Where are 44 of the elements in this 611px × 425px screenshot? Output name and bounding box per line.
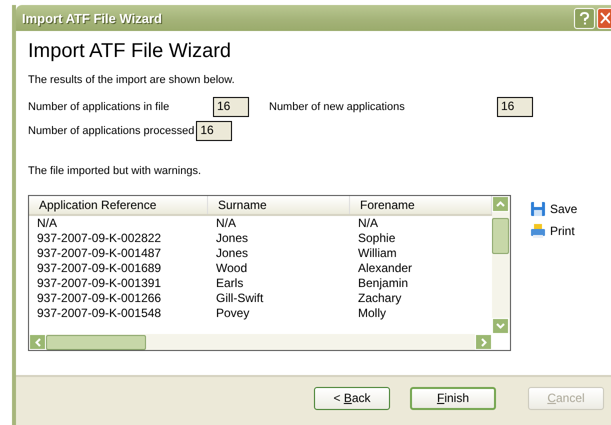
table-cell-text: Molly — [357, 306, 388, 321]
table-cell-text: N/A — [215, 216, 238, 231]
printer-icon — [530, 223, 546, 239]
field-label: Number of applications processed — [28, 125, 194, 137]
table-cell-text: N/A — [357, 216, 380, 231]
intro-text: The results of the import are shown below. — [28, 74, 236, 86]
wizard-button[interactable]: < Back — [314, 386, 390, 410]
wizard-button[interactable]: Finish — [410, 386, 496, 410]
table-cell-text: 937-2007-09-K-001548 — [36, 306, 162, 321]
wizard-heading: Import ATF File Wizard — [28, 40, 232, 63]
close-button[interactable] — [597, 8, 611, 28]
count-field: 16 — [196, 121, 232, 141]
table-cell-text: 937-2007-09-K-001391 — [36, 276, 162, 291]
vertical-scrollbar[interactable] — [492, 196, 510, 334]
column-header[interactable]: Application Reference — [29, 196, 208, 214]
table-cell-text: Sophie — [357, 231, 396, 246]
table-cell-text: Gill-Swift — [215, 291, 264, 306]
table-cell-text: Wood — [215, 261, 248, 276]
save-button[interactable]: Save — [530, 201, 578, 217]
table-cell-text: N/A — [36, 216, 58, 231]
table-cell-text: William — [357, 246, 398, 261]
help-icon — [580, 12, 589, 24]
table-cell-text: Benjamin — [357, 276, 410, 291]
table-cell-text: Earls — [215, 276, 244, 291]
count-field: 16 — [497, 97, 533, 117]
table-cell-text: Jones — [215, 231, 250, 246]
table-cell-text: Zachary — [357, 291, 402, 306]
field-label: Number of new applications — [269, 101, 406, 113]
table-cell-text: 937-2007-09-K-001266 — [36, 291, 162, 306]
count-field: 16 — [213, 97, 249, 117]
table-cell-text: Jones — [215, 246, 250, 261]
print-button[interactable]: Print — [530, 223, 578, 239]
window-title: Import ATF File Wizard — [22, 10, 162, 26]
column-header[interactable]: Surname — [208, 196, 350, 214]
horizontal-scrollbar[interactable] — [29, 334, 492, 350]
table-cell-text: Povey — [215, 306, 250, 321]
field-label: Number of applications in file — [28, 101, 170, 113]
help-button[interactable] — [574, 8, 595, 28]
table-cell-text: 937-2007-09-K-001689 — [36, 261, 162, 276]
table-cell-text: 937-2007-09-K-001487 — [36, 246, 162, 261]
close-icon — [600, 12, 610, 24]
table-cell-text: 937-2007-09-K-002822 — [36, 231, 162, 246]
table-cell-text: Alexander — [357, 261, 414, 276]
status-text: The file imported but with warnings. — [28, 165, 202, 177]
